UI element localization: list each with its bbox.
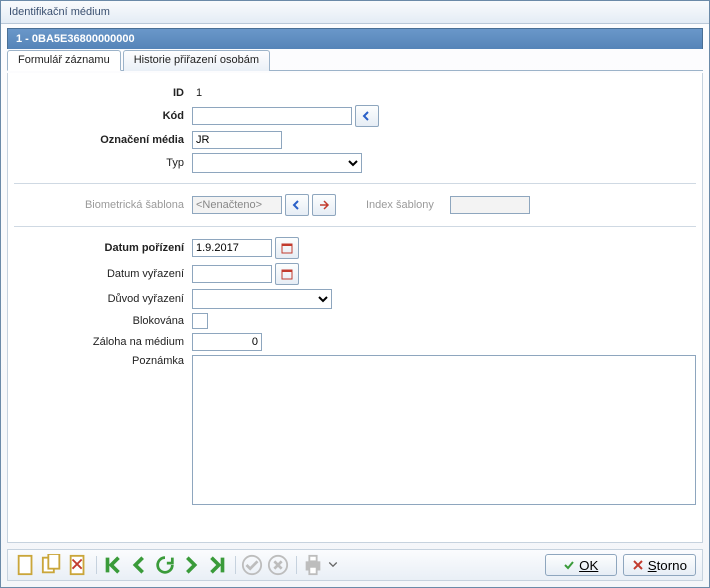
next-icon: [180, 554, 202, 576]
clear-icon: [318, 199, 330, 211]
tabstrip: Formulář záznamu Historie přiřazení osob…: [7, 49, 703, 71]
zaloha-input[interactable]: [192, 333, 262, 351]
record-header: 1 - 0BA5E36800000000: [7, 28, 703, 49]
index-sablony-label: Index šablony: [366, 199, 442, 211]
bio-input: [192, 196, 282, 214]
check-circle-icon: [241, 554, 263, 576]
arrow-left-icon: [361, 110, 373, 122]
id-value: 1: [192, 85, 206, 101]
tb-copy-button[interactable]: [40, 554, 64, 576]
datum-vyrazeni-label: Datum vyřazení: [14, 268, 192, 280]
storno-button[interactable]: Storno: [623, 554, 696, 576]
tb-confirm-button[interactable]: [240, 554, 264, 576]
kod-label: Kód: [14, 110, 192, 122]
bio-clear-button[interactable]: [312, 194, 336, 216]
typ-label: Typ: [14, 157, 192, 169]
poznamka-label: Poznámka: [14, 355, 192, 367]
tb-first-button[interactable]: [101, 554, 125, 576]
last-icon: [206, 554, 228, 576]
datum-porizeni-input[interactable]: [192, 239, 272, 257]
tb-next-button[interactable]: [179, 554, 203, 576]
tab-form[interactable]: Formulář záznamu: [7, 50, 121, 71]
storno-button-label: Storno: [648, 558, 687, 573]
ok-button-label: OK: [579, 558, 598, 573]
blokovana-checkbox[interactable]: [192, 313, 208, 329]
duvod-vyrazeni-label: Důvod vyřazení: [14, 293, 192, 305]
refresh-icon: [154, 554, 176, 576]
bio-label: Biometrická šablona: [14, 199, 192, 211]
datum-vyrazeni-input[interactable]: [192, 265, 272, 283]
window: Identifikační médium 1 - 0BA5E3680000000…: [0, 0, 710, 588]
typ-select[interactable]: [192, 153, 362, 173]
tb-refresh-button[interactable]: [153, 554, 177, 576]
index-sablony-input: [450, 196, 530, 214]
ok-button[interactable]: OK: [545, 554, 617, 576]
kod-back-button[interactable]: [355, 105, 379, 127]
content-area: 1 - 0BA5E36800000000 Formulář záznamu Hi…: [1, 24, 709, 587]
window-title: Identifikační médium: [1, 1, 709, 24]
bio-load-button[interactable]: [285, 194, 309, 216]
document-icon: [15, 554, 37, 576]
tb-delete-button[interactable]: [66, 554, 90, 576]
arrow-left-icon: [291, 199, 303, 211]
tb-prev-button[interactable]: [127, 554, 151, 576]
id-label: ID: [14, 87, 192, 99]
prev-icon: [128, 554, 150, 576]
toolbar-separator: [296, 556, 297, 574]
tab-history[interactable]: Historie přiřazení osobám: [123, 50, 270, 71]
cross-icon: [632, 559, 644, 571]
separator-2: [14, 226, 696, 227]
oznaceni-input[interactable]: [192, 131, 282, 149]
document-delete-icon: [67, 554, 89, 576]
duvod-vyrazeni-select[interactable]: [192, 289, 332, 309]
footer-toolbar: OK Storno: [7, 549, 703, 581]
calendar-icon: [281, 268, 293, 280]
poznamka-textarea[interactable]: [192, 355, 696, 505]
datum-porizeni-label: Datum pořízení: [14, 242, 192, 254]
tb-print-dropdown[interactable]: [327, 554, 339, 576]
document-copy-icon: [41, 554, 63, 576]
cancel-circle-icon: [267, 554, 289, 576]
kod-input[interactable]: [192, 107, 352, 125]
form-panel: ID 1 Kód Označení média Typ Biometrická …: [7, 73, 703, 543]
tb-new-button[interactable]: [14, 554, 38, 576]
first-icon: [102, 554, 124, 576]
toolbar-separator: [235, 556, 236, 574]
datum-vyrazeni-calendar-button[interactable]: [275, 263, 299, 285]
tb-print-button[interactable]: [301, 554, 325, 576]
check-icon: [563, 559, 575, 571]
datum-porizeni-calendar-button[interactable]: [275, 237, 299, 259]
blokovana-label: Blokována: [14, 315, 192, 327]
zaloha-label: Záloha na médium: [14, 336, 192, 348]
calendar-icon: [281, 242, 293, 254]
toolbar-separator: [96, 556, 97, 574]
tb-last-button[interactable]: [205, 554, 229, 576]
separator-1: [14, 183, 696, 184]
chevron-down-icon: [328, 560, 338, 570]
printer-icon: [302, 554, 324, 576]
tb-cancel-button[interactable]: [266, 554, 290, 576]
oznaceni-label: Označení média: [14, 134, 192, 146]
